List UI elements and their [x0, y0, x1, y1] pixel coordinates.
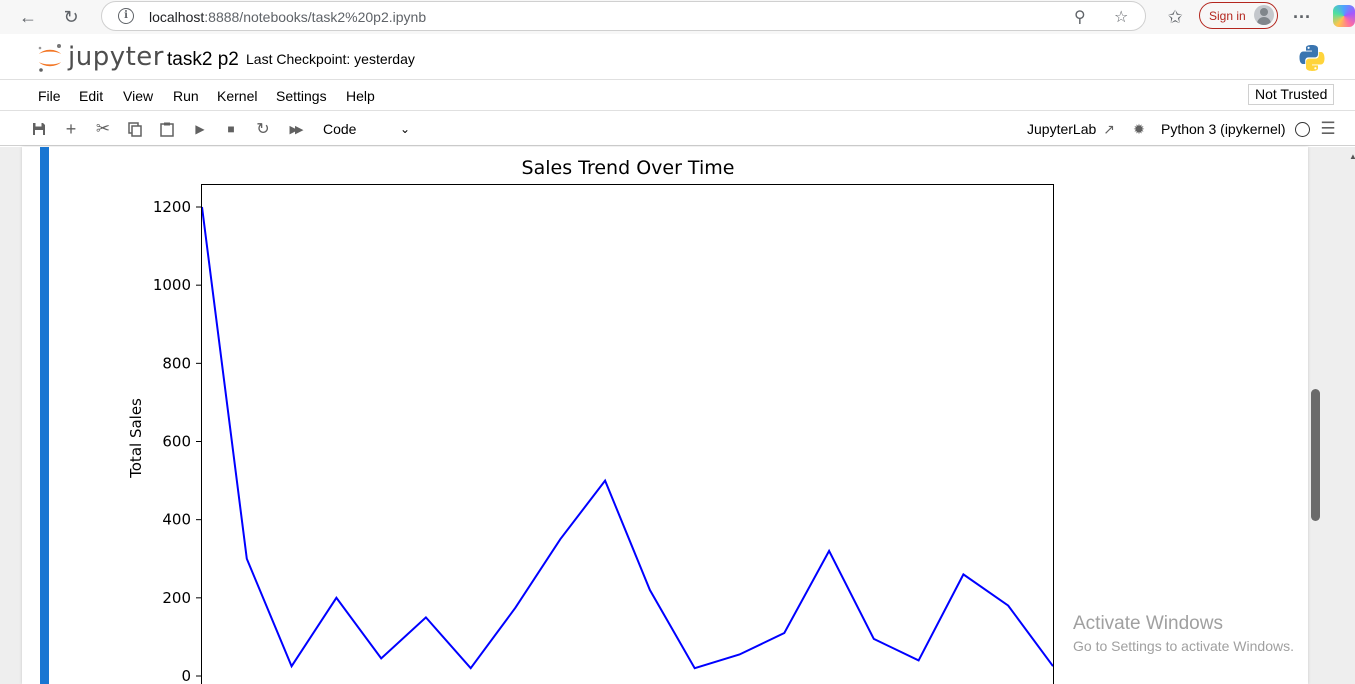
- series-points: [201, 206, 1054, 669]
- y-tick-label: 800: [162, 354, 191, 372]
- more-icon[interactable]: ···: [1289, 5, 1315, 29]
- run-icon[interactable]: ▶: [191, 120, 209, 138]
- stop-icon[interactable]: ■: [222, 120, 240, 138]
- menu-run[interactable]: Run: [173, 88, 199, 104]
- y-tick-label: 1000: [153, 276, 191, 294]
- sales-chart: Sales Trend Over Time Total Sales 0 200 40…: [127, 157, 1054, 684]
- y-tick-label: 600: [162, 433, 191, 451]
- reload-icon[interactable]: ↻: [58, 5, 84, 29]
- menu-edit[interactable]: Edit: [79, 88, 103, 104]
- menu-view[interactable]: View: [123, 88, 153, 104]
- sign-in-button[interactable]: Sign in: [1199, 2, 1278, 29]
- python-logo-icon: [1299, 45, 1325, 71]
- cell-type-select[interactable]: Code: [323, 121, 356, 137]
- zoom-icon[interactable]: ⚲: [1074, 7, 1086, 27]
- menu-bar: File Edit View Run Kernel Settings Help …: [0, 81, 1355, 111]
- menu-settings[interactable]: Settings: [276, 88, 327, 104]
- menu-hamburger-icon[interactable]: ☰: [1319, 119, 1337, 138]
- trust-status-button[interactable]: Not Trusted: [1248, 84, 1335, 105]
- copilot-icon[interactable]: [1333, 5, 1355, 27]
- activate-windows-title: Activate Windows: [1073, 613, 1223, 634]
- debugger-bug-icon[interactable]: ✹: [1130, 120, 1148, 138]
- url-text: localhost:8888/notebooks/task2%20p2.ipyn…: [149, 9, 427, 25]
- back-icon[interactable]: ←: [15, 5, 41, 29]
- cut-icon[interactable]: ✂: [94, 119, 112, 138]
- y-tick-label: 0: [181, 667, 191, 684]
- kernel-status-icon: [1295, 122, 1310, 137]
- jupyter-logo-icon[interactable]: [36, 43, 64, 73]
- notebook-name[interactable]: task2 p2: [167, 49, 239, 71]
- series-line: [201, 206, 1054, 670]
- favorite-star-icon[interactable]: ☆: [1114, 7, 1128, 27]
- y-axis-ticks: 0 200 400 600 800 1000 1200: [153, 198, 202, 684]
- restart-run-all-icon[interactable]: ▶▶: [286, 120, 304, 138]
- jupyter-header: jupyter task2 p2 Last Checkpoint: yester…: [0, 34, 1355, 80]
- add-cell-icon[interactable]: +: [62, 119, 80, 139]
- y-axis-label: Total Sales: [127, 398, 145, 479]
- y-tick-label: 1200: [153, 198, 191, 216]
- favorites-icon[interactable]: ✩: [1162, 5, 1188, 29]
- external-link-icon[interactable]: ↗: [1100, 120, 1118, 138]
- last-checkpoint: Last Checkpoint: yesterday: [246, 51, 415, 67]
- kernel-name[interactable]: Python 3 (ipykernel): [1161, 121, 1286, 137]
- activate-windows-subtitle: Go to Settings to activate Windows.: [1073, 638, 1294, 654]
- menu-kernel[interactable]: Kernel: [217, 88, 257, 104]
- chart-title: Sales Trend Over Time: [522, 157, 735, 179]
- address-bar[interactable]: i localhost:8888/notebooks/task2%20p2.ip…: [101, 1, 1146, 31]
- restart-icon[interactable]: ↻: [254, 120, 272, 138]
- browser-toolbar: ← ↻ i localhost:8888/notebooks/task2%20p…: [0, 0, 1355, 34]
- copy-icon[interactable]: [126, 120, 144, 138]
- jupyter-wordmark: jupyter: [68, 42, 164, 72]
- y-tick-label: 200: [162, 589, 191, 607]
- menu-help[interactable]: Help: [346, 88, 375, 104]
- save-icon[interactable]: [30, 120, 48, 138]
- site-info-icon[interactable]: i: [118, 8, 134, 24]
- menu-file[interactable]: File: [38, 88, 61, 104]
- notebook-toolbar: + ✂ ▶ ■ ↻ ▶▶ Code ⌄ JupyterLab ↗ ✹ Pytho…: [0, 112, 1355, 146]
- paste-icon[interactable]: [158, 120, 176, 138]
- avatar-icon: [1254, 5, 1274, 25]
- y-tick-label: 400: [162, 511, 191, 529]
- open-jupyterlab-link[interactable]: JupyterLab: [1027, 121, 1096, 137]
- chevron-down-icon[interactable]: ⌄: [400, 122, 410, 136]
